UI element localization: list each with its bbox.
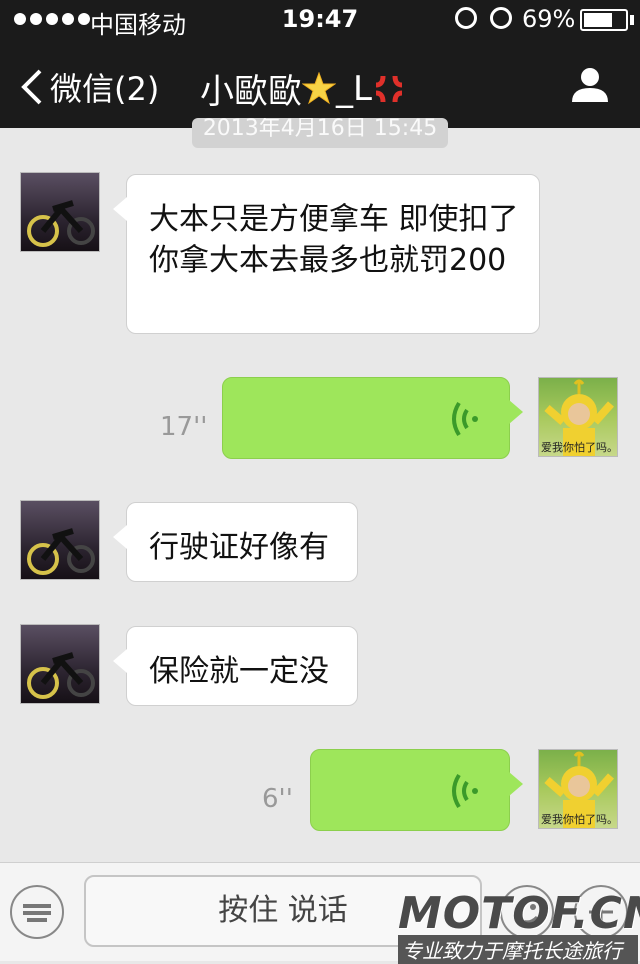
nav-bar: 微信(2) 小歐歐 _L (0, 40, 640, 128)
chevron-left-icon (21, 69, 42, 105)
avatar-caption: 爱我你怕了吗。 (541, 441, 618, 454)
motorcycle-photo (27, 528, 95, 575)
message-bubble-incoming[interactable]: 大本只是方便拿车 即使扣了 你拿大本去最多也就罚200 (113, 174, 540, 334)
message-bubble-incoming[interactable]: 行驶证好像有 (113, 502, 358, 582)
message-bubble-incoming[interactable]: 保险就一定没 (113, 626, 358, 706)
keyboard-icon (23, 904, 51, 922)
contact-avatar[interactable] (20, 500, 100, 580)
contact-avatar[interactable] (20, 172, 100, 252)
voice-duration: 6'' (262, 784, 293, 814)
voice-wave-icon (452, 401, 478, 437)
contact-avatar[interactable] (20, 624, 100, 704)
person-icon (572, 68, 608, 102)
voice-message-outgoing[interactable] (222, 377, 523, 459)
star-emoji-icon (302, 71, 336, 104)
watermark: MOTOF.CN 专业致力于摩托长途旅行 (398, 888, 640, 964)
battery-level (584, 13, 612, 27)
alarm-icon (490, 7, 512, 29)
voice-message-outgoing[interactable] (310, 749, 523, 831)
battery-percent: 69% (522, 5, 576, 33)
message-text: 保险就一定没 (149, 654, 329, 689)
keyboard-toggle-button[interactable] (10, 885, 64, 939)
voice-duration: 17'' (160, 412, 208, 442)
avatar-caption: 爱我你怕了吗。 (541, 813, 618, 826)
voice-wave-icon (452, 773, 478, 809)
battery-tip (630, 15, 634, 25)
self-avatar[interactable]: 爱我你怕了吗。 (538, 749, 618, 829)
watermark-logo: MOTOF.CN (398, 888, 640, 939)
timestamp-badge: 2013年4月16日 15:45 (192, 118, 448, 148)
profile-button[interactable] (570, 64, 610, 108)
chat-title-suffix: _L (336, 68, 372, 109)
battery-icon (580, 9, 628, 31)
back-label: 微信(2) (50, 70, 160, 108)
anger-emoji-icon (375, 75, 403, 102)
back-button[interactable]: 微信(2) (20, 64, 159, 110)
motorcycle-photo (27, 200, 95, 247)
rotation-lock-icon (455, 7, 477, 29)
chat-title: 小歐歐 _L (200, 64, 406, 113)
self-avatar[interactable]: 爱我你怕了吗。 (538, 377, 618, 457)
motorcycle-photo (27, 652, 95, 699)
chat-title-name: 小歐歐 (200, 72, 302, 112)
status-bar: 中国移动 19:47 69% (0, 0, 640, 40)
message-text: 大本只是方便拿车 即使扣了 你拿大本去最多也就罚200 (149, 202, 519, 278)
message-text: 行驶证好像有 (149, 530, 329, 565)
